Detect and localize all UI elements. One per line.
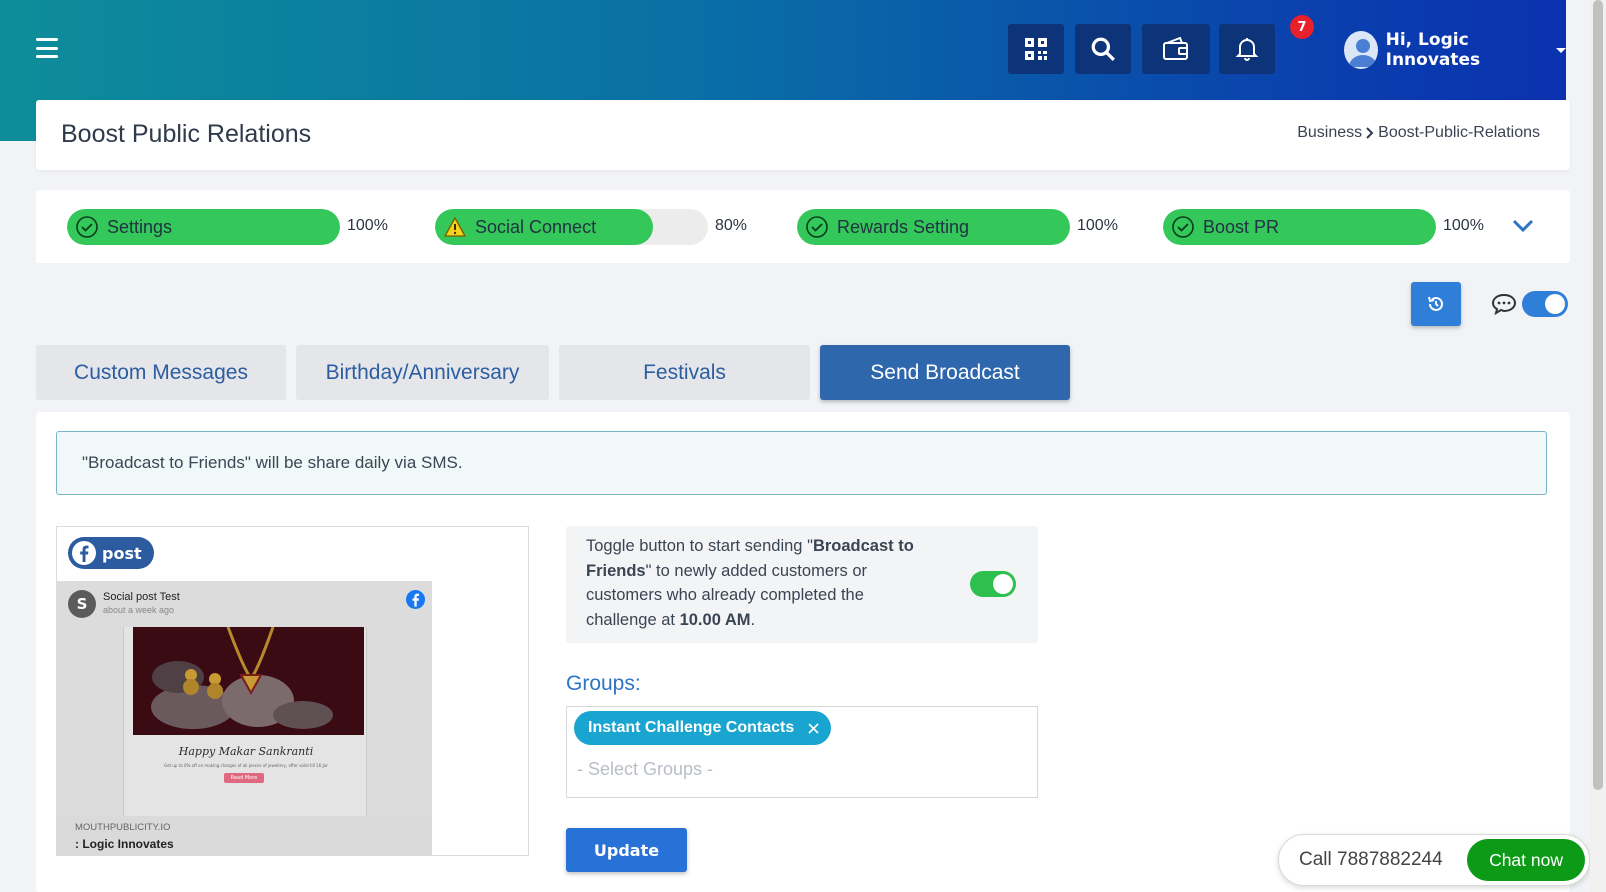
call-number[interactable]: Call 7887882244 bbox=[1299, 849, 1443, 871]
progress-rewards-setting[interactable]: Rewards Setting bbox=[797, 209, 1070, 245]
close-icon[interactable] bbox=[808, 722, 819, 734]
post-creative: Happy Makar Sankranti Get up to 0% off o… bbox=[123, 627, 367, 827]
post-business: : Logic Innovates bbox=[75, 837, 174, 851]
creative-subtext: Get up to 0% off on making charges of al… bbox=[164, 763, 328, 768]
warning-icon bbox=[444, 217, 466, 237]
check-circle-icon bbox=[76, 216, 98, 238]
wallet-icon bbox=[1163, 36, 1188, 60]
chevron-right-icon bbox=[1366, 127, 1374, 139]
progress-percent: 80% bbox=[715, 217, 748, 234]
bell-icon bbox=[1235, 38, 1259, 61]
progress-label: Social Connect bbox=[475, 217, 597, 237]
tab-send-broadcast[interactable]: Send Broadcast bbox=[820, 345, 1070, 400]
user-menu[interactable]: Hi, Logic Innovates bbox=[1344, 30, 1566, 70]
progress-label: Boost PR bbox=[1203, 217, 1280, 237]
progress-percent: 100% bbox=[347, 217, 388, 234]
facebook-icon bbox=[406, 590, 425, 609]
group-chip-label: Instant Challenge Contacts bbox=[588, 719, 795, 736]
progress-boost-pr[interactable]: Boost PR bbox=[1163, 209, 1436, 245]
scrollbar-thumb[interactable] bbox=[1593, 0, 1603, 790]
broadcast-toggle-description: Toggle button to start sending "Broadcas… bbox=[586, 537, 914, 629]
broadcast-toggle-box: Toggle button to start sending "Broadcas… bbox=[566, 526, 1038, 643]
post-preview: S Social post Test about a week ago Happ… bbox=[57, 581, 432, 856]
tab-custom-messages[interactable]: Custom Messages bbox=[36, 345, 286, 400]
progress-label: Rewards Setting bbox=[837, 217, 970, 237]
breadcrumb-parent[interactable]: Business bbox=[1297, 124, 1362, 142]
post-domain: MOUTHPUBLICITY.IO bbox=[75, 822, 171, 833]
post-author-name: Social post Test bbox=[103, 591, 180, 603]
user-avatar-icon bbox=[1349, 39, 1377, 67]
tab-birthday-anniversary[interactable]: Birthday/Anniversary bbox=[296, 345, 549, 400]
post-preview-card: post S Social post Test about a week ago… bbox=[56, 526, 529, 856]
breadcrumb-current: Boost-Public-Relations bbox=[1378, 124, 1540, 141]
progress-percent: 100% bbox=[1443, 217, 1484, 234]
groups-label: Groups: bbox=[566, 672, 641, 695]
history-icon bbox=[1428, 296, 1443, 311]
author-avatar: S bbox=[68, 590, 96, 618]
chat-bubble-icon bbox=[1491, 293, 1517, 316]
chevron-down-icon bbox=[1556, 47, 1566, 53]
check-circle-icon bbox=[806, 216, 828, 238]
jewellery-image bbox=[133, 627, 364, 735]
progress-settings[interactable]: Settings bbox=[67, 209, 340, 245]
qr-code-icon bbox=[1025, 38, 1047, 60]
groups-placeholder[interactable]: - Select Groups - bbox=[577, 759, 713, 780]
breadcrumb: Business Boost-Public-Relations bbox=[1297, 124, 1540, 142]
group-chip: Instant Challenge Contacts bbox=[574, 711, 832, 745]
post-footer: MOUTHPUBLICITY.IO : Logic Innovates bbox=[57, 816, 432, 856]
qr-code-button[interactable] bbox=[1008, 24, 1064, 74]
groups-multiselect[interactable]: Instant Challenge Contacts - Select Grou… bbox=[566, 706, 1038, 798]
post-type-badge: post bbox=[68, 537, 154, 569]
contact-widget: Call 7887882244 Chat now bbox=[1278, 834, 1590, 886]
progress-percent: 100% bbox=[1077, 217, 1118, 234]
hamburger-menu-icon[interactable] bbox=[36, 38, 58, 58]
notifications-button[interactable] bbox=[1219, 24, 1275, 74]
facebook-icon bbox=[72, 541, 96, 565]
history-button[interactable] bbox=[1411, 282, 1461, 326]
chat-now-button[interactable]: Chat now bbox=[1467, 839, 1585, 881]
wallet-button[interactable] bbox=[1142, 24, 1210, 74]
progress-social-connect[interactable]: Social Connect bbox=[435, 209, 708, 245]
broadcast-toggle-switch[interactable] bbox=[970, 571, 1016, 597]
creative-read-more: Read More bbox=[224, 773, 264, 783]
update-button[interactable]: Update bbox=[566, 828, 687, 872]
user-greeting: Hi, Logic Innovates bbox=[1385, 30, 1481, 70]
tab-festivals[interactable]: Festivals bbox=[559, 345, 810, 400]
search-button[interactable] bbox=[1075, 24, 1131, 74]
post-time: about a week ago bbox=[103, 605, 175, 615]
creative-caption: Happy Makar Sankranti bbox=[178, 745, 314, 758]
notification-count-badge: 7 bbox=[1290, 15, 1314, 39]
info-alert: "Broadcast to Friends" will be share dai… bbox=[56, 431, 1547, 495]
page-title: Boost Public Relations bbox=[61, 120, 312, 148]
check-circle-icon bbox=[1172, 216, 1194, 238]
avatar bbox=[1344, 31, 1378, 69]
expand-chevron-icon[interactable] bbox=[1512, 218, 1534, 234]
search-icon bbox=[1091, 37, 1115, 61]
post-badge-label: post bbox=[102, 543, 142, 563]
chat-toggle[interactable] bbox=[1522, 291, 1568, 317]
progress-label: Settings bbox=[107, 217, 173, 237]
